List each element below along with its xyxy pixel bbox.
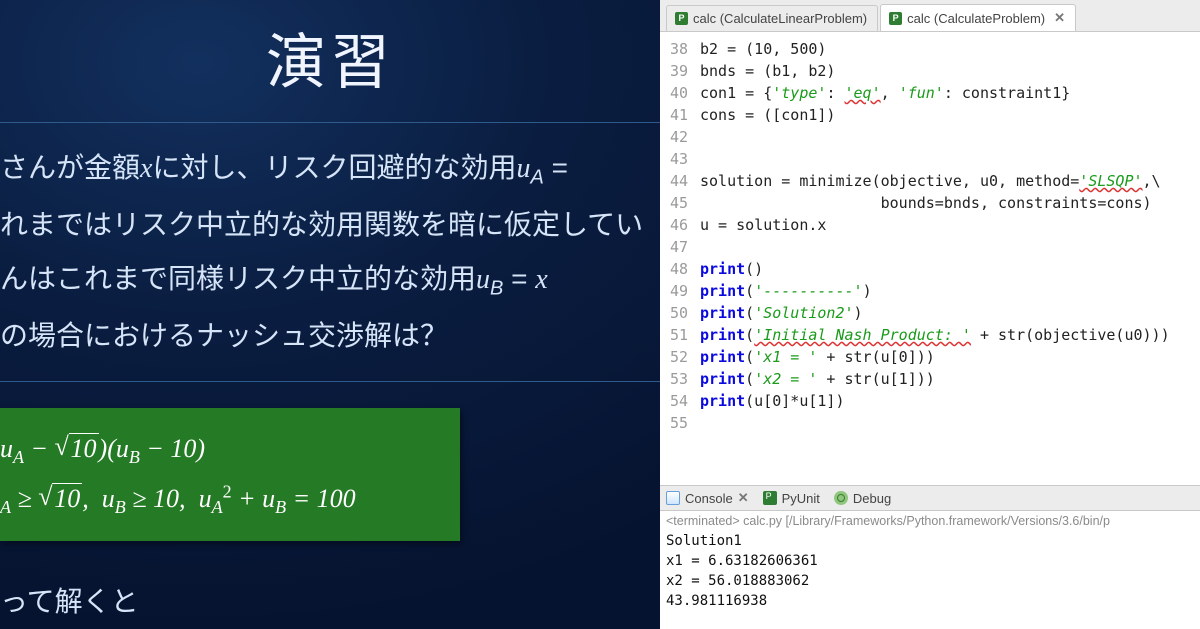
slide-line-4: の場合におけるナッシュ交渉解は？: [0, 309, 660, 364]
slide-line-1: さんが金額xに対し、リスク回避的な効用uA =: [0, 141, 660, 198]
formula-box: uA − 10)(uB − 10) A ≥ 10, uB ≥ 10, uA2 +…: [0, 408, 460, 541]
formula-line-1: uA − 10)(uB − 10): [0, 424, 446, 474]
slide-tail: って解くと: [0, 580, 139, 620]
close-icon[interactable]: ✕: [738, 490, 749, 506]
python-file-icon: [675, 12, 688, 25]
line-number-gutter: 38 39 40 41 42 43 44 45 46 47 48 49 50 5…: [660, 32, 696, 485]
console-icon: [666, 491, 680, 505]
code-area[interactable]: b2 = (10, 500) bnds = (b1, b2) con1 = {'…: [696, 32, 1170, 485]
editor-tab[interactable]: calc (CalculateLinearProblem): [666, 5, 878, 31]
editor-tab[interactable]: calc (CalculateProblem) ✕: [880, 4, 1076, 31]
bottom-tab-label: Debug: [853, 491, 891, 506]
pyunit-icon: [763, 491, 777, 505]
ide-window: calc (CalculateLinearProblem) calc (Calcu…: [660, 0, 1200, 629]
debug-icon: [834, 491, 848, 505]
bottom-tab-label: PyUnit: [782, 491, 820, 506]
code-editor[interactable]: 38 39 40 41 42 43 44 45 46 47 48 49 50 5…: [660, 32, 1200, 485]
console-meta: <terminated> calc.py [/Library/Framework…: [666, 511, 1192, 531]
slide-line-2: れまではリスク中立的な効用関数を暗に仮定してい: [0, 198, 660, 253]
bottom-tab-pyunit[interactable]: PyUnit: [763, 491, 820, 506]
bottom-tab-bar: Console ✕ PyUnit Debug: [660, 485, 1200, 511]
editor-tab-label: calc (CalculateProblem): [907, 11, 1045, 26]
slide-title: 演習: [0, 14, 660, 101]
bottom-tab-console[interactable]: Console ✕: [666, 490, 749, 506]
python-file-icon: [889, 12, 902, 25]
slide-body: さんが金額xに対し、リスク回避的な効用uA = れまではリスク中立的な効用関数を…: [0, 122, 660, 382]
slide-line-3: んはこれまで同様リスク中立的な効用uB = x: [0, 252, 660, 309]
console-output: Solution1 x1 = 6.63182606361 x2 = 56.018…: [666, 531, 1192, 611]
editor-tab-label: calc (CalculateLinearProblem): [693, 11, 867, 26]
presentation-slide: 演習 さんが金額xに対し、リスク回避的な効用uA = れまではリスク中立的な効用…: [0, 0, 660, 629]
bottom-tab-debug[interactable]: Debug: [834, 491, 891, 506]
bottom-tab-label: Console: [685, 491, 733, 506]
close-icon[interactable]: ✕: [1054, 10, 1065, 26]
console-panel[interactable]: <terminated> calc.py [/Library/Framework…: [660, 511, 1200, 629]
formula-line-2: A ≥ 10, uB ≥ 10, uA2 + uB = 100: [0, 474, 446, 524]
editor-tab-bar: calc (CalculateLinearProblem) calc (Calcu…: [660, 0, 1200, 32]
